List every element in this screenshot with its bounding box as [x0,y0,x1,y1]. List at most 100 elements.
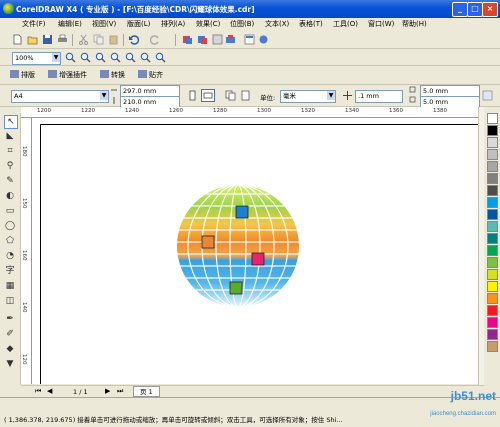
glowing-sphere[interactable] [172,180,304,312]
pick-tool-icon[interactable]: ↖ [4,115,18,129]
palette-swatch[interactable] [487,281,498,292]
landscape-icon[interactable] [201,89,215,102]
palette-swatch[interactable] [487,293,498,304]
chevron-down-icon[interactable]: ▼ [100,91,108,100]
enhance-plugin-button[interactable]: 增强插件 [48,69,87,82]
interactive-blend-tool-icon[interactable]: ◫ [4,295,16,307]
close-button[interactable]: × [482,2,498,17]
zoom-page-width-icon[interactable] [140,52,151,63]
menu-effects[interactable]: 效果(C) [196,19,220,29]
palette-swatch[interactable] [487,341,498,352]
copy-icon[interactable] [93,34,104,45]
maximize-button[interactable]: □ [467,2,483,17]
options-icon[interactable] [482,90,493,101]
palette-swatch[interactable] [487,137,498,148]
publish-icon[interactable] [212,34,223,45]
palette-swatch[interactable] [487,197,498,208]
menu-window[interactable]: 窗口(W) [368,19,394,29]
palette-swatch[interactable] [487,329,498,340]
interactive-fill-tool-icon[interactable]: ▼ [4,358,16,370]
menu-tools[interactable]: 工具(O) [333,19,358,29]
green-square[interactable] [229,281,243,295]
convert-button[interactable]: 转换 [100,69,125,82]
palette-swatch[interactable] [487,113,498,124]
paste-icon[interactable] [108,34,119,45]
zoom-all-objects-icon[interactable] [110,52,121,63]
palette-swatch[interactable] [487,185,498,196]
import-icon[interactable] [182,34,193,45]
palette-swatch[interactable] [487,245,498,256]
zoom-out-icon[interactable] [80,52,91,63]
current-page-icon[interactable] [240,90,251,101]
all-pages-icon[interactable] [225,90,236,101]
palette-swatch[interactable] [487,257,498,268]
horizontal-ruler[interactable]: 1200 1220 1240 1260 1280 1300 1320 1340 … [21,107,478,118]
ellipse-tool-icon[interactable]: ◯ [4,220,16,232]
next-page-icon[interactable]: ▶ [105,387,110,395]
chevron-down-icon[interactable]: ▼ [327,91,335,100]
table-tool-icon[interactable]: ▦ [4,280,16,292]
text-tool-icon[interactable]: 字 [4,265,16,277]
rectangle-tool-icon[interactable]: ▭ [4,205,16,217]
corel-online-icon[interactable] [258,34,269,45]
blue-square[interactable] [235,205,249,219]
welcome-screen-icon[interactable] [244,34,255,45]
palette-swatch[interactable] [487,305,498,316]
palette-swatch[interactable] [487,209,498,220]
paper-size-combo[interactable]: A4 ▼ [11,90,109,103]
fill-tool-icon[interactable]: ◆ [4,343,16,355]
zoom-selected-icon[interactable] [95,52,106,63]
menu-edit[interactable]: 编辑(E) [58,19,82,29]
shape-tool-icon[interactable]: ◣ [4,130,16,142]
menu-file[interactable]: 文件(F) [22,19,46,29]
outline-tool-icon[interactable]: ✐ [4,328,16,340]
palette-swatch[interactable] [487,221,498,232]
orange-square[interactable] [201,235,215,249]
cut-icon[interactable] [78,34,89,45]
polygon-tool-icon[interactable]: ⬠ [4,235,16,247]
palette-swatch[interactable] [487,125,498,136]
chevron-down-icon[interactable]: ▼ [52,53,60,62]
snap-button[interactable]: 贴齐 [138,69,163,82]
typesetting-button[interactable]: 排版 [10,69,35,82]
nudge-distance-field[interactable]: .1 mm [355,90,403,103]
open-folder-icon[interactable] [27,34,38,45]
palette-swatch[interactable] [487,161,498,172]
menu-layout[interactable]: 版面(L) [127,19,150,29]
page-tab[interactable]: 页 1 [133,386,160,397]
previous-page-icon[interactable]: ◀ [47,387,52,395]
unit-combo[interactable]: 毫米 ▼ [280,90,336,103]
menu-help[interactable]: 帮助(H) [402,19,427,29]
palette-swatch[interactable] [487,149,498,160]
palette-swatch[interactable] [487,269,498,280]
print-icon[interactable] [57,34,68,45]
freehand-tool-icon[interactable]: ✎ [4,175,16,187]
vertical-ruler[interactable]: 180 150 160 140 120 [21,118,32,384]
portrait-icon[interactable] [187,90,198,101]
new-document-icon[interactable] [12,34,23,45]
save-icon[interactable] [42,34,53,45]
export-icon[interactable] [197,34,208,45]
first-page-icon[interactable]: ⏮ [35,387,41,396]
coreldraw-app-icon[interactable] [3,3,14,14]
zoom-page-icon[interactable] [125,52,136,63]
minimize-button[interactable]: _ [452,2,468,17]
menu-arrange[interactable]: 排列(A) [161,19,185,29]
basic-shapes-tool-icon[interactable]: ◔ [4,250,16,262]
menu-bitmaps[interactable]: 位图(B) [230,19,254,29]
palette-swatch[interactable] [487,317,498,328]
palette-swatch[interactable] [487,233,498,244]
menu-view[interactable]: 视图(V) [92,19,116,29]
palette-swatch[interactable] [487,173,498,184]
application-launcher-icon[interactable] [225,34,236,45]
redo-icon[interactable] [150,34,161,45]
zoom-level-combo[interactable]: 100% ▼ [12,52,61,65]
smart-fill-tool-icon[interactable]: ◐ [4,190,16,202]
undo-icon[interactable] [128,34,139,45]
zoom-in-icon[interactable] [65,52,76,63]
menu-text[interactable]: 文本(X) [265,19,289,29]
zoom-tool-icon[interactable]: ⚲ [4,160,16,172]
crop-tool-icon[interactable]: ⌗ [4,145,16,157]
pink-square[interactable] [251,252,265,266]
eyedropper-tool-icon[interactable]: ✒ [4,313,16,325]
